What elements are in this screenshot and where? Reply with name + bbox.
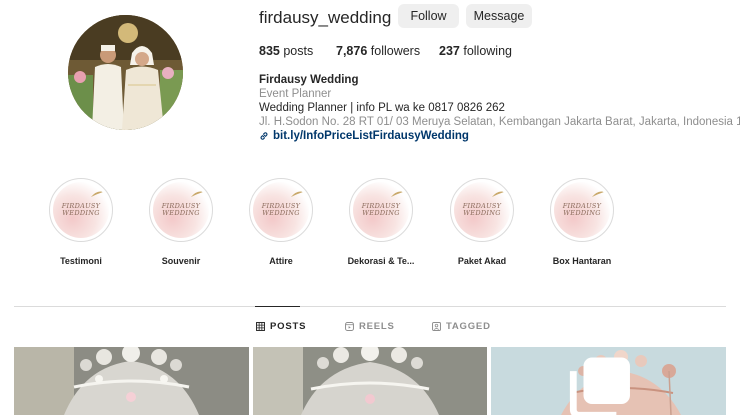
tab-tagged[interactable]: TAGGED [432,321,491,332]
bio-link-text: bit.ly/InfoPriceListFirdausyWedding [273,130,469,142]
follow-button[interactable]: Follow [398,4,459,28]
following-count: 237 [439,44,460,58]
post-thumbnail[interactable] [14,347,249,415]
highlight-label: Paket Akad [457,256,507,266]
highlight-logo: FIRDAUSY WEDDING [61,202,101,217]
message-button[interactable]: Message [466,4,532,28]
post-thumbnail[interactable] [491,347,726,415]
highlight-paket-akad[interactable]: FIRDAUSY WEDDING Paket Akad [432,178,532,266]
highlight-label: Testimoni [60,256,102,266]
highlight-cover: FIRDAUSY WEDDING [249,178,313,242]
tab-posts[interactable]: POSTS [256,321,306,332]
grid-icon [256,322,265,331]
bio-link[interactable]: bit.ly/InfoPriceListFirdausyWedding [259,129,740,143]
highlight-logo: FIRDAUSY WEDDING [261,202,301,217]
profile-avatar[interactable] [68,15,183,130]
reels-icon [345,322,354,331]
posts-label: posts [283,44,314,58]
highlight-cover: FIRDAUSY WEDDING [450,178,514,242]
tab-reels-label: REELS [359,321,395,332]
avatar-photo [68,15,183,130]
posts-stat: 835 posts [259,44,313,58]
posts-grid [14,347,726,415]
highlight-cover: FIRDAUSY WEDDING [550,178,614,242]
following-label: following [463,44,512,58]
bio-category: Event Planner [259,88,332,100]
post-image [253,347,487,415]
post-thumbnail[interactable] [253,347,487,415]
highlight-souvenir[interactable]: FIRDAUSY WEDDING Souvenir [131,178,231,266]
link-icon [260,132,268,140]
posts-count: 835 [259,44,280,58]
tabs-divider [14,306,726,307]
highlight-cover: FIRDAUSY WEDDING [349,178,413,242]
following-stat[interactable]: 237 following [439,44,512,58]
multiple-photos-icon [569,357,630,415]
highlight-logo: FIRDAUSY WEDDING [161,202,201,217]
story-highlights: FIRDAUSY WEDDING Testimoni FIRDAUSY WEDD… [0,178,740,268]
bio-name: Firdausy Wedding [259,74,359,86]
followers-label: followers [370,44,421,58]
highlight-attire[interactable]: FIRDAUSY WEDDING Attire [231,178,331,266]
post-image [14,347,249,415]
profile-username: firdausy_wedding [259,8,392,27]
highlight-label: Souvenir [161,256,201,266]
bio-address[interactable]: Jl. H.Sodon No. 28 RT 01/ 03 Meruya Sela… [259,115,740,129]
highlight-label: Dekorasi & Te... [347,256,415,266]
tab-reels[interactable]: REELS [345,321,395,332]
followers-stat[interactable]: 7,876 followers [336,44,420,58]
bio-description: Wedding Planner | info PL wa ke 0817 082… [259,102,505,114]
active-tab-indicator [255,306,300,307]
tagged-icon [432,322,441,331]
highlight-label: Attire [269,256,293,266]
highlight-logo: FIRDAUSY WEDDING [361,202,401,217]
highlight-cover: FIRDAUSY WEDDING [49,178,113,242]
highlight-box-hantaran[interactable]: FIRDAUSY WEDDING Box Hantaran [532,178,632,266]
highlight-logo: FIRDAUSY WEDDING [462,202,502,217]
profile-bio: Firdausy Wedding Event Planner Wedding P… [259,73,740,143]
highlight-cover: FIRDAUSY WEDDING [149,178,213,242]
highlight-logo: FIRDAUSY WEDDING [562,202,602,217]
followers-count: 7,876 [336,44,368,58]
tab-posts-label: POSTS [270,321,307,332]
highlight-testimoni[interactable]: FIRDAUSY WEDDING Testimoni [31,178,131,266]
tab-tagged-label: TAGGED [446,321,491,332]
highlight-label: Box Hantaran [552,256,612,266]
highlight-dekorasi[interactable]: FIRDAUSY WEDDING Dekorasi & Te... [331,178,431,266]
